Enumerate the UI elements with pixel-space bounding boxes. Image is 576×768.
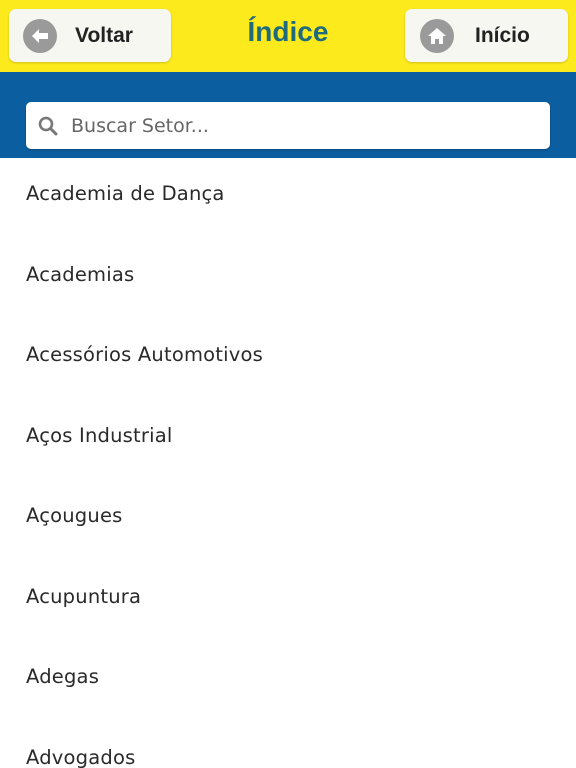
list-item[interactable]: Acessórios Automotivos	[0, 319, 576, 400]
sector-list: Academia de Dança Academias Acessórios A…	[0, 158, 576, 768]
home-button[interactable]: Início	[405, 9, 568, 62]
back-button-label: Voltar	[75, 23, 133, 47]
search-bar	[0, 72, 576, 158]
page-title: Índice	[247, 16, 329, 47]
list-item[interactable]: Advogados	[0, 722, 576, 768]
top-bar: Voltar Índice Início	[0, 0, 576, 72]
list-item[interactable]: Academias	[0, 239, 576, 320]
list-item[interactable]: Adegas	[0, 641, 576, 722]
list-item[interactable]: Aços Industrial	[0, 400, 576, 481]
list-item[interactable]: Acupuntura	[0, 561, 576, 642]
list-item[interactable]: Academia de Dança	[0, 158, 576, 239]
search-box[interactable]	[26, 102, 550, 149]
list-item[interactable]: Açougues	[0, 480, 576, 561]
search-icon	[38, 116, 58, 135]
home-button-label: Início	[475, 23, 530, 47]
back-button[interactable]: Voltar	[9, 9, 171, 62]
arrow-left-icon	[23, 18, 57, 53]
search-input[interactable]	[71, 110, 531, 141]
app-screen: Voltar Índice Início Academia de Dança A…	[0, 0, 576, 768]
home-icon	[420, 18, 454, 53]
